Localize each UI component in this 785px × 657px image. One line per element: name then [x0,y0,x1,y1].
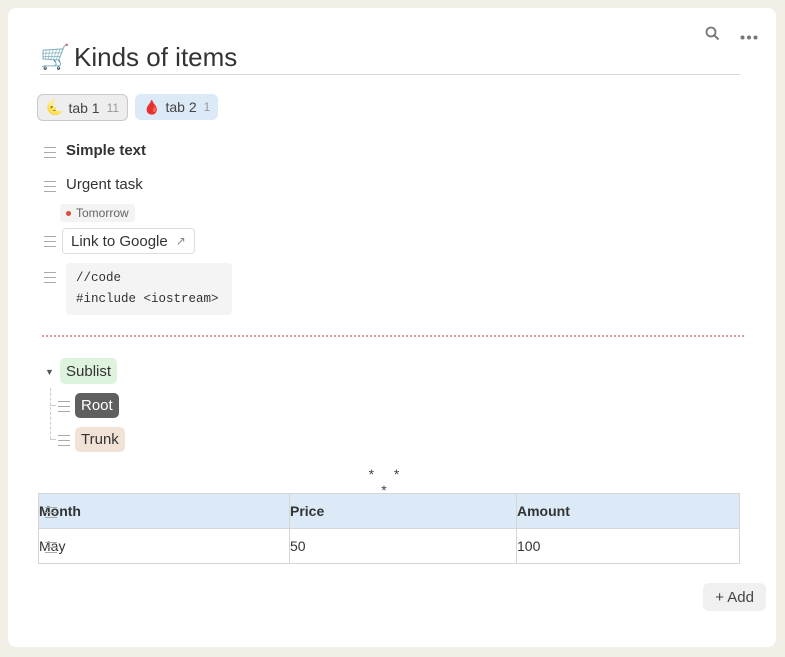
tree-guide-line [50,388,51,439]
link-label: Link to Google [71,232,168,250]
tree-guide-line [50,405,56,406]
external-link-icon: ↗ [175,234,186,248]
tab-label: tab 1 [68,99,100,116]
table-cell[interactable]: May [38,528,290,564]
table-cell[interactable]: 50 [289,528,517,564]
simple-text-item[interactable]: Simple text [66,142,146,159]
tab-label: tab 2 [165,99,197,115]
header-label: Price [290,503,325,519]
header-month[interactable]: Month [38,493,290,529]
drag-handle-icon[interactable] [44,147,56,158]
drag-handle-icon[interactable] [45,542,57,553]
drag-handle-icon[interactable] [58,401,70,412]
due-date-label: Tomorrow [76,206,129,220]
drag-handle-icon[interactable] [58,435,70,446]
document-card: 🛒 Kinds of items 🌜 tab 1 11 🩸 tab 2 1 Si… [8,8,776,647]
moon-icon: 🌜 [46,99,64,115]
urgent-task-item[interactable]: Urgent task [66,176,143,193]
table-cell[interactable]: 100 [516,528,740,564]
due-dot-icon [66,210,71,216]
tab-2[interactable]: 🩸 tab 2 1 [135,94,219,120]
data-table: Month Price Amount May 50 100 [38,493,740,564]
drag-handle-icon[interactable] [44,236,56,247]
cell-value: 100 [517,538,541,554]
code-line: #include <iostream> [76,292,219,306]
sublist-child-trunk[interactable]: Trunk [75,427,125,452]
tab-1[interactable]: 🌜 tab 1 11 [37,94,129,121]
add-button[interactable]: + Add [703,583,766,611]
code-block[interactable]: //code #include <iostream> [66,263,232,315]
header-price[interactable]: Price [289,493,517,529]
dotted-divider [42,335,744,337]
header-label: Amount [517,503,570,519]
collapse-caret-icon[interactable]: ▼ [45,367,54,377]
tree-guide-line [50,439,56,440]
tab-count: 11 [106,100,120,115]
tab-count: 1 [203,100,211,114]
sublist-child-root[interactable]: Root [75,393,119,418]
drag-handle-icon[interactable] [44,181,56,192]
table-header-row: Month Price Amount [38,493,740,529]
sublist-item[interactable]: Sublist [60,358,118,384]
cell-value: 50 [290,538,306,554]
tab-bar: 🌜 tab 1 11 🩸 tab 2 1 [37,94,219,121]
drop-of-blood-icon: 🩸 [143,98,161,115]
code-line: //code [76,271,122,285]
drag-handle-icon[interactable] [44,272,56,283]
more-horizontal-icon[interactable] [740,28,758,44]
page-title[interactable]: Kinds of items [74,42,237,73]
header-amount[interactable]: Amount [516,493,740,529]
google-link[interactable]: Link to Google ↗ [62,228,195,254]
page-title-row: 🛒 Kinds of items [40,40,740,75]
due-date-badge[interactable]: Tomorrow [60,204,135,222]
cart-icon: 🛒 [40,43,70,71]
drag-handle-icon[interactable] [45,507,57,518]
table-row: May 50 100 [38,528,740,564]
